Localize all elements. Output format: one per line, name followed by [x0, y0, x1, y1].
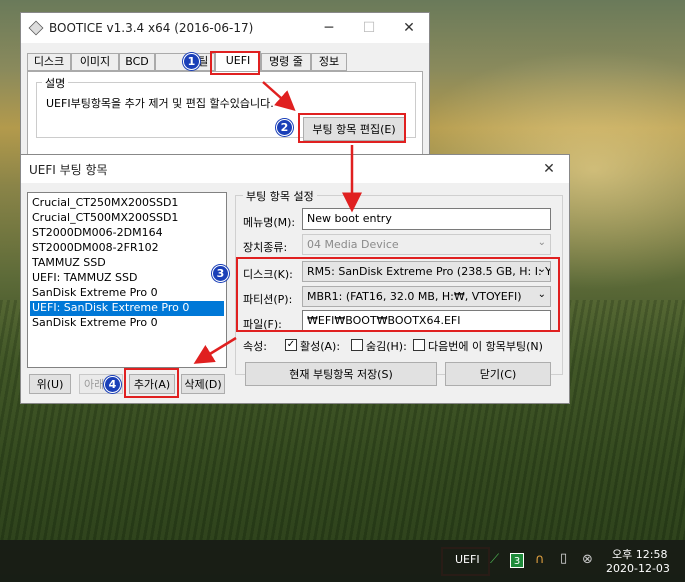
- save-entry-button[interactable]: 현재 부팅항목 저장(S): [245, 362, 437, 386]
- menu-name-label: 메뉴명(M):: [243, 216, 296, 229]
- app-icon: [28, 20, 44, 36]
- next-boot-checkbox[interactable]: [413, 339, 425, 351]
- step-badge-3: 3: [212, 265, 229, 282]
- tab-command-line[interactable]: 명령 줄: [261, 53, 311, 71]
- hidden-checkbox[interactable]: [351, 339, 363, 351]
- active-checkbox[interactable]: ✓: [285, 339, 297, 351]
- list-item[interactable]: SanDisk Extreme Pro 0: [30, 286, 224, 301]
- next-boot-label: 다음번에 이 항목부팅(N): [428, 340, 543, 353]
- clock-date[interactable]: 2020-12-03: [606, 562, 670, 575]
- list-item[interactable]: UEFI: TAMMUZ SSD: [30, 271, 224, 286]
- taskbar: UEFI ⟋ 3 ∩ ▯ ⊗ 오후 12:58 2020-12-03: [0, 540, 685, 582]
- step-badge-4: 4: [104, 376, 121, 393]
- network-icon[interactable]: ⟋: [490, 552, 499, 567]
- dialog-title: UEFI 부팅 항목: [29, 162, 108, 177]
- device-type-label: 장치종류:: [243, 241, 288, 254]
- window-title: BOOTICE v1.3.4 x64 (2016-06-17): [49, 21, 254, 35]
- maximize-icon[interactable]: ☐: [349, 13, 389, 43]
- list-item[interactable]: Crucial_CT500MX200SSD1: [30, 211, 224, 226]
- device-type-select[interactable]: 04 Media Device ⌄: [302, 234, 551, 255]
- hidden-label: 숨김(H):: [366, 340, 407, 353]
- list-item[interactable]: ST2000DM008-2FR102: [30, 241, 224, 256]
- tab-info[interactable]: 정보: [311, 53, 347, 71]
- description-text: UEFI부팅항목을 추가 제거 및 편집 할수있습니다.: [46, 97, 274, 110]
- minimize-icon[interactable]: ─: [309, 13, 349, 43]
- clock-time[interactable]: 오후 12:58: [612, 546, 667, 562]
- active-label: 활성(A):: [300, 340, 341, 353]
- step-badge-1: 1: [183, 53, 200, 70]
- taskbar-uefi-label[interactable]: UEFI: [455, 553, 480, 566]
- list-item-selected[interactable]: UEFI: SanDisk Extreme Pro 0: [30, 301, 224, 316]
- eject-close-icon[interactable]: ⊗: [582, 552, 593, 567]
- list-item[interactable]: ST2000DM006-2DM164: [30, 226, 224, 241]
- attributes-label: 속성:: [243, 340, 267, 353]
- settings-group-title: 부팅 항목 설정: [243, 188, 317, 204]
- list-item[interactable]: SanDisk Extreme Pro 0: [30, 316, 224, 331]
- device-type-value: 04 Media Device: [307, 238, 399, 251]
- dialog-close-icon[interactable]: ✕: [529, 155, 569, 183]
- list-item[interactable]: TAMMUZ SSD: [30, 256, 224, 271]
- dialog-titlebar: UEFI 부팅 항목 ✕: [21, 155, 569, 183]
- highlight-edit-button: [298, 113, 406, 143]
- close-icon[interactable]: ✕: [389, 13, 429, 43]
- highlight-add-button: [124, 368, 179, 398]
- list-item[interactable]: Crucial_CT250MX200SSD1: [30, 196, 224, 211]
- tray-badge-icon[interactable]: 3: [510, 553, 524, 568]
- boot-entry-list[interactable]: Crucial_CT250MX200SSD1 Crucial_CT500MX20…: [27, 192, 227, 368]
- tab-image[interactable]: 이미지: [71, 53, 119, 71]
- tab-disk[interactable]: 디스크: [27, 53, 71, 71]
- bootice-titlebar: BOOTICE v1.3.4 x64 (2016-06-17) ─ ☐ ✕: [21, 13, 429, 43]
- delete-button[interactable]: 삭제(D): [181, 374, 225, 394]
- chevron-down-icon: ⌄: [537, 237, 546, 248]
- headphone-icon[interactable]: ∩: [535, 552, 545, 567]
- step-badge-2: 2: [276, 119, 293, 136]
- usb-drive-icon[interactable]: ▯: [560, 551, 567, 566]
- tab-bcd[interactable]: BCD: [119, 53, 155, 71]
- highlight-boot-settings: [236, 257, 560, 332]
- description-legend: 설명: [42, 75, 69, 91]
- menu-name-input[interactable]: New boot entry: [302, 208, 551, 230]
- highlight-uefi-tab: [210, 51, 260, 75]
- move-up-button[interactable]: 위(U): [29, 374, 71, 394]
- close-button[interactable]: 닫기(C): [445, 362, 551, 386]
